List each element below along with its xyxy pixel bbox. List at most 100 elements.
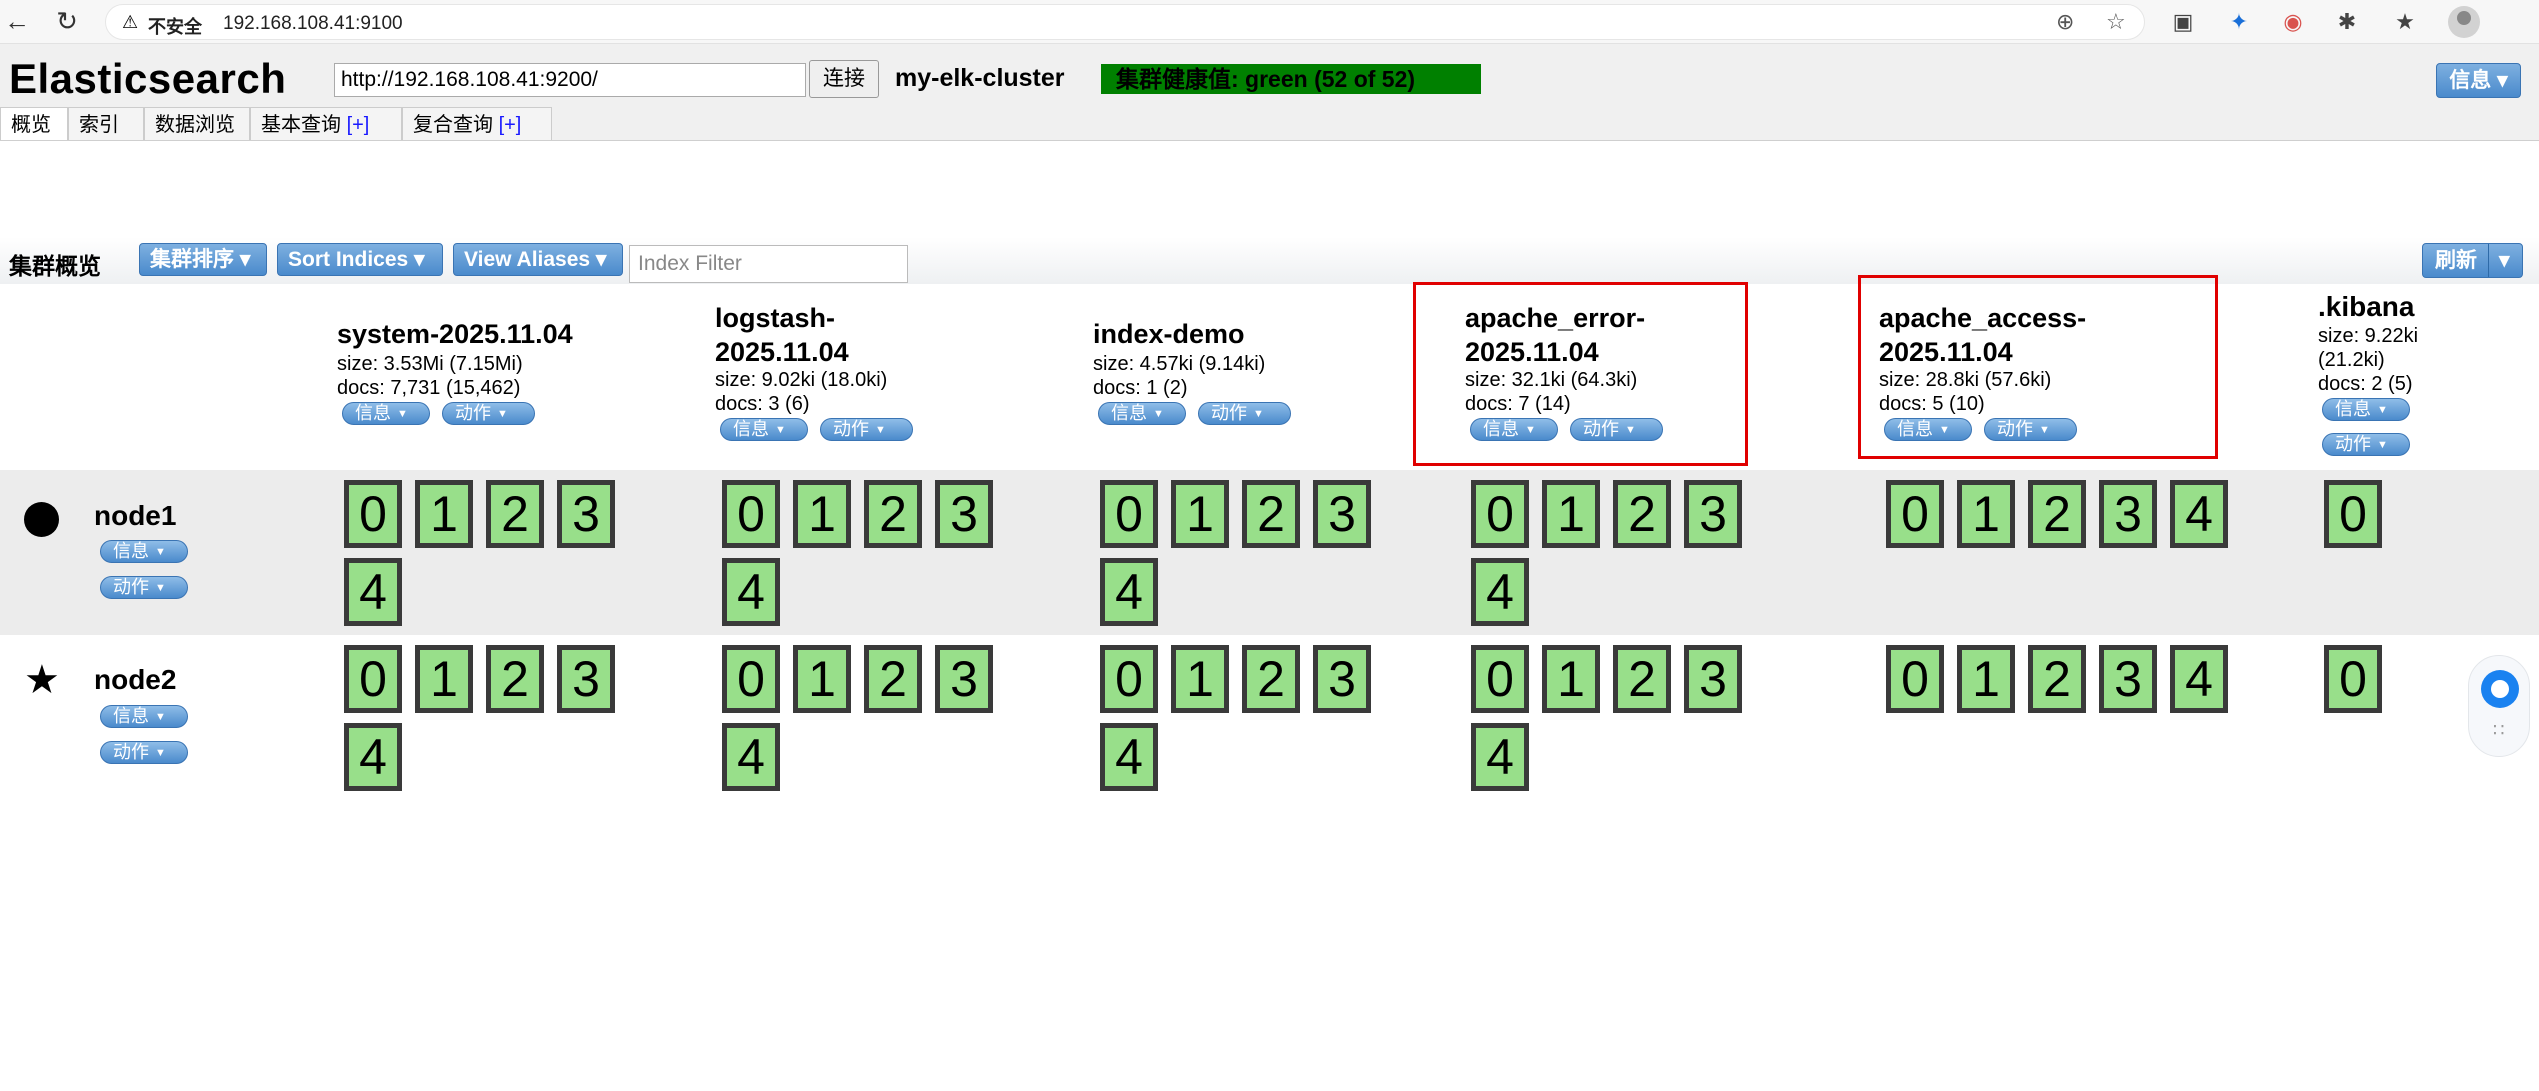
node1-info-button[interactable]: 信息 ▼: [100, 540, 188, 563]
shard-box[interactable]: 3: [557, 645, 615, 713]
tab-basic-query[interactable]: 基本查询 [+]: [250, 107, 402, 141]
shard-box[interactable]: 0: [722, 480, 780, 548]
shard-box[interactable]: 3: [2099, 480, 2157, 548]
shard-box[interactable]: 0: [2324, 645, 2382, 713]
extensions-icon[interactable]: ✱: [2332, 7, 2362, 37]
shard-box[interactable]: 2: [486, 645, 544, 713]
shard-box[interactable]: 3: [1684, 645, 1742, 713]
index-action-button[interactable]: 动作 ▼: [1984, 418, 2077, 441]
reload-icon[interactable]: ↻: [52, 6, 82, 36]
shard-box[interactable]: 0: [1471, 645, 1529, 713]
tab-browser[interactable]: 数据浏览: [144, 107, 250, 141]
shard-box[interactable]: 2: [486, 480, 544, 548]
index-info-button[interactable]: 信息 ▼: [1884, 418, 1972, 441]
shard-box[interactable]: 4: [1471, 558, 1529, 626]
index-info-button[interactable]: 信息 ▼: [342, 402, 430, 425]
split-screen-icon[interactable]: ▣: [2168, 7, 2198, 37]
shard-box[interactable]: 0: [1471, 480, 1529, 548]
shard-box[interactable]: 3: [1313, 480, 1371, 548]
address-bar[interactable]: ⚠ 不安全 192.168.108.41:9100 ⊕ ☆: [105, 4, 2145, 40]
shard-box[interactable]: 4: [1471, 723, 1529, 791]
shard-box[interactable]: 3: [2099, 645, 2157, 713]
shard-box[interactable]: 4: [1100, 558, 1158, 626]
shard-box[interactable]: 3: [1684, 480, 1742, 548]
shard-box[interactable]: 1: [793, 480, 851, 548]
favorite-star-icon[interactable]: ☆: [2106, 9, 2126, 35]
shard-box[interactable]: 4: [2170, 480, 2228, 548]
shard-box[interactable]: 0: [1886, 480, 1944, 548]
zoom-icon[interactable]: ⊕: [2056, 9, 2074, 35]
shard-box[interactable]: 2: [1242, 480, 1300, 548]
shard-box[interactable]: 2: [864, 480, 922, 548]
drag-handle-icon[interactable]: ∷: [2493, 720, 2504, 741]
shard-box[interactable]: 3: [1313, 645, 1371, 713]
shard-box[interactable]: 0: [1886, 645, 1944, 713]
view-aliases-button[interactable]: View Aliases ▾: [453, 243, 623, 276]
shard-box[interactable]: 4: [344, 723, 402, 791]
index-info-button[interactable]: 信息 ▼: [2322, 398, 2410, 421]
shard-box[interactable]: 0: [344, 480, 402, 548]
pill-label: 信息: [113, 706, 149, 726]
shard-box[interactable]: 0: [1100, 645, 1158, 713]
shard-box[interactable]: 2: [2028, 480, 2086, 548]
shard-box[interactable]: 3: [935, 480, 993, 548]
shard-box[interactable]: 2: [2028, 645, 2086, 713]
extension-browser-icon[interactable]: ◉: [2278, 7, 2308, 37]
index-info-button[interactable]: 信息 ▼: [1470, 418, 1558, 441]
shard-box[interactable]: 1: [1542, 645, 1600, 713]
node2-action-button[interactable]: 动作 ▼: [100, 741, 188, 764]
tab-indices[interactable]: 索引: [68, 107, 144, 141]
sort-indices-button[interactable]: Sort Indices ▾: [277, 243, 443, 276]
shard-box[interactable]: 2: [1613, 645, 1671, 713]
assistant-icon[interactable]: [2481, 670, 2519, 708]
back-icon[interactable]: ←: [2, 6, 32, 36]
floating-assistant-widget[interactable]: ∷: [2468, 655, 2530, 757]
shard-box[interactable]: 1: [415, 645, 473, 713]
shard-box[interactable]: 1: [1957, 480, 2015, 548]
index-info-button[interactable]: 信息 ▼: [1098, 402, 1186, 425]
shard-box[interactable]: 4: [2170, 645, 2228, 713]
shard-box[interactable]: 1: [793, 645, 851, 713]
shard-box[interactable]: 4: [722, 558, 780, 626]
shard-box[interactable]: 1: [1171, 645, 1229, 713]
chevron-down-icon[interactable]: ▾: [2499, 244, 2510, 277]
shard-box[interactable]: 3: [935, 645, 993, 713]
index-name-line2: 2025.11.04: [1879, 337, 2013, 367]
shard-box[interactable]: 1: [1171, 480, 1229, 548]
index-action-button[interactable]: 动作 ▼: [2322, 433, 2410, 456]
shard-box[interactable]: 2: [1613, 480, 1671, 548]
connect-url-input[interactable]: [334, 63, 806, 97]
shard-box[interactable]: 0: [722, 645, 780, 713]
index-action-button[interactable]: 动作 ▼: [820, 418, 913, 441]
shard-box[interactable]: 1: [1957, 645, 2015, 713]
refresh-button[interactable]: 刷新 ▾: [2422, 243, 2523, 278]
cluster-sort-button[interactable]: 集群排序 ▾: [139, 243, 267, 276]
shard-box[interactable]: 3: [557, 480, 615, 548]
shard-box[interactable]: 0: [1100, 480, 1158, 548]
shard-box[interactable]: 0: [344, 645, 402, 713]
connect-button[interactable]: 连接: [809, 60, 879, 98]
index-action-button[interactable]: 动作 ▼: [1570, 418, 1663, 441]
profile-avatar[interactable]: [2448, 6, 2480, 38]
info-dropdown-button[interactable]: 信息 ▾: [2436, 63, 2521, 98]
extension-bird-icon[interactable]: ✦: [2224, 7, 2254, 37]
index-filter-input[interactable]: [629, 245, 908, 283]
shard-box[interactable]: 2: [864, 645, 922, 713]
pill-label: 信息: [733, 419, 769, 439]
shard-box[interactable]: 0: [2324, 480, 2382, 548]
shard-box[interactable]: 2: [1242, 645, 1300, 713]
shard-box[interactable]: 4: [344, 558, 402, 626]
index-action-button[interactable]: 动作 ▼: [1198, 402, 1291, 425]
index-action-button[interactable]: 动作 ▼: [442, 402, 535, 425]
insecure-label: 不安全: [148, 17, 202, 37]
shard-box[interactable]: 1: [1542, 480, 1600, 548]
index-info-button[interactable]: 信息 ▼: [720, 418, 808, 441]
node2-info-button[interactable]: 信息 ▼: [100, 705, 188, 728]
tab-compound-query[interactable]: 复合查询 [+]: [402, 107, 552, 141]
favorites-icon[interactable]: ★: [2390, 7, 2420, 37]
tab-overview[interactable]: 概览: [0, 107, 68, 141]
shard-box[interactable]: 4: [1100, 723, 1158, 791]
shard-box[interactable]: 4: [722, 723, 780, 791]
shard-box[interactable]: 1: [415, 480, 473, 548]
node1-action-button[interactable]: 动作 ▼: [100, 576, 188, 599]
